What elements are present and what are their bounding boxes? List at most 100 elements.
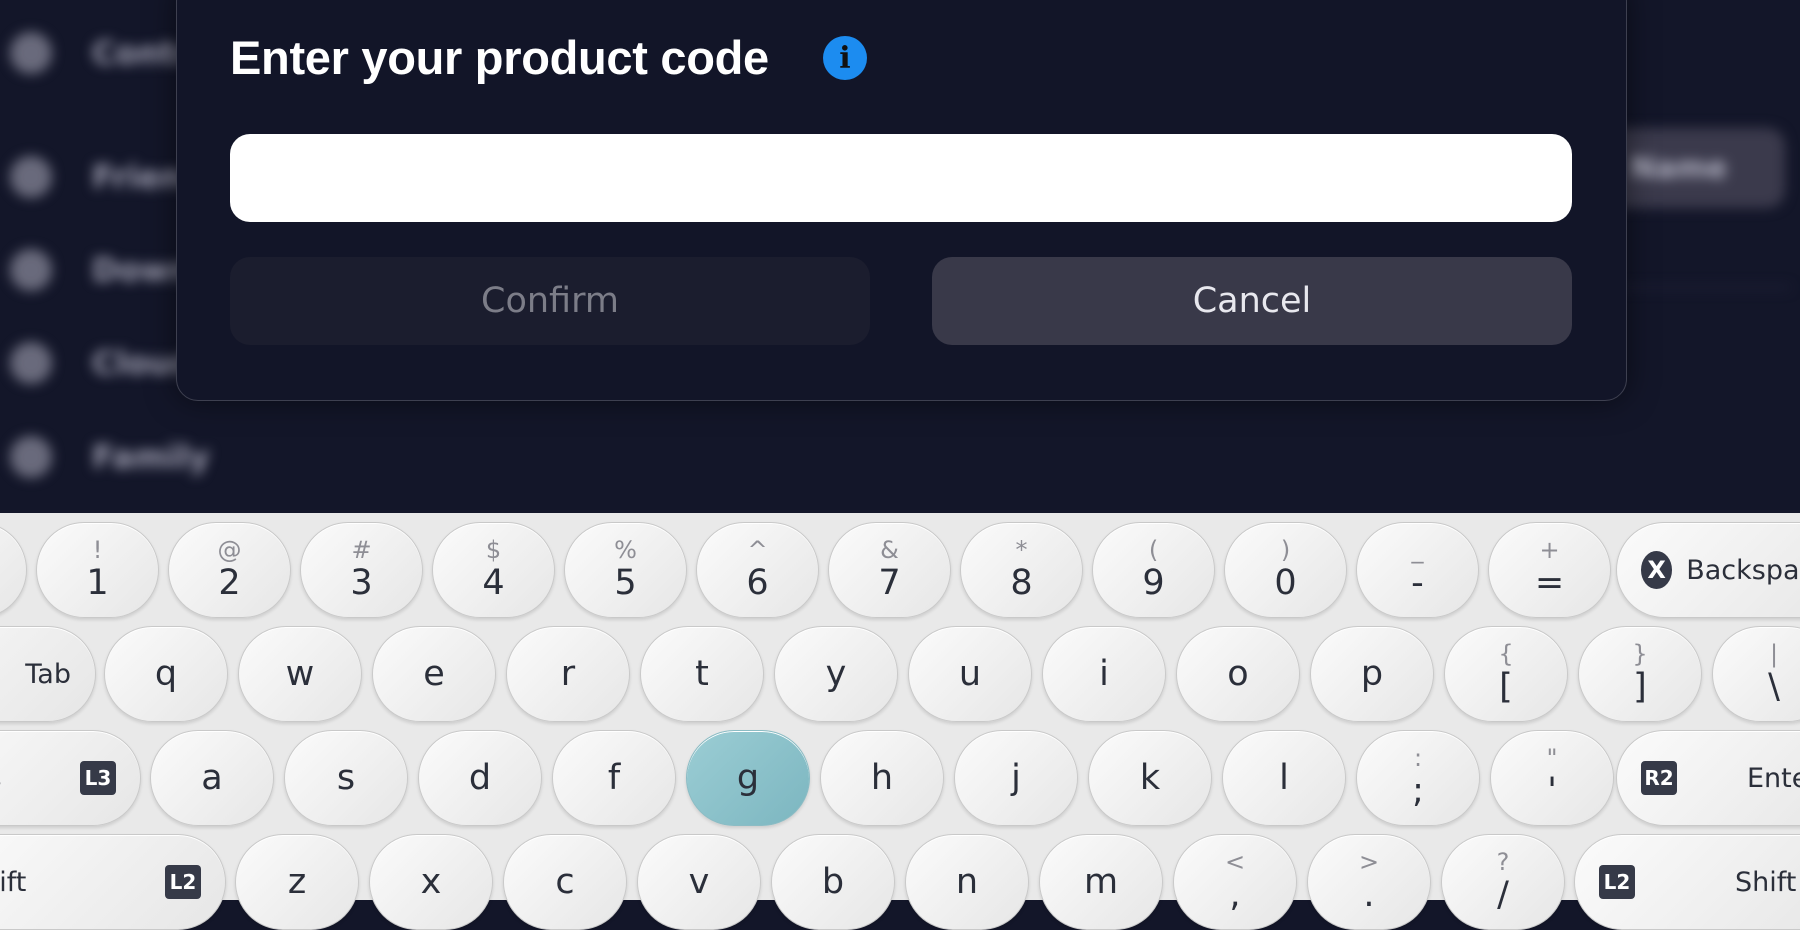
key-u[interactable]: u xyxy=(908,626,1032,722)
key-i[interactable]: i xyxy=(1042,626,1166,722)
key-shift-label: | xyxy=(1769,640,1779,668)
key-'[interactable]: " ' xyxy=(1490,730,1614,826)
key-5[interactable]: % 5 xyxy=(564,522,687,618)
key-label: s xyxy=(336,758,356,798)
key-label: . xyxy=(1363,875,1375,915)
key-n[interactable]: n xyxy=(905,834,1029,930)
key-3[interactable]: #3 xyxy=(300,522,423,618)
key-w[interactable]: w xyxy=(238,626,362,722)
key-9[interactable]: (9 xyxy=(1092,522,1215,618)
background-button: Name xyxy=(1600,128,1785,208)
key-label: 8 xyxy=(1010,563,1033,603)
cloud-icon xyxy=(10,342,52,384)
key-label: w xyxy=(285,654,315,694)
key-8[interactable]: * 8 xyxy=(960,522,1083,618)
key-label: = xyxy=(1534,563,1565,603)
key-label: Tab xyxy=(25,658,71,690)
key-g[interactable]: g xyxy=(686,730,810,826)
key-j[interactable]: j xyxy=(954,730,1078,826)
key-6[interactable]: ^ 6 xyxy=(696,522,819,618)
key-label: / xyxy=(1497,875,1509,915)
key-/[interactable]: ? / xyxy=(1441,834,1565,930)
key-label: k xyxy=(1139,758,1161,798)
key-b[interactable]: b xyxy=(771,834,895,930)
key-q[interactable]: q xyxy=(104,626,228,722)
key-label: v xyxy=(688,862,710,902)
key--[interactable]: _ - xyxy=(1356,522,1479,618)
key-label: y xyxy=(825,654,847,694)
key-shift-label: ! xyxy=(92,536,103,564)
key-c[interactable]: c xyxy=(503,834,627,930)
key-label: c xyxy=(555,862,575,902)
key-7[interactable]: & 7 xyxy=(828,522,951,618)
key-shift-label: < xyxy=(1224,848,1246,876)
key-x[interactable]: x xyxy=(369,834,493,930)
x-button-icon: X xyxy=(1641,551,1673,589)
key-2[interactable]: @2 xyxy=(168,522,291,618)
key-label: t xyxy=(695,654,709,694)
controller-icon xyxy=(10,32,52,74)
cancel-button[interactable]: Cancel xyxy=(932,257,1572,345)
key-][interactable]: }] xyxy=(1578,626,1702,722)
key-t[interactable]: t xyxy=(640,626,764,722)
key-shift-label: & xyxy=(880,536,899,564)
key-v[interactable]: v xyxy=(637,834,761,930)
key-label: 7 xyxy=(878,563,901,603)
key-label: b xyxy=(821,862,845,902)
l3-badge-icon: L3 xyxy=(80,761,116,795)
key-label: m xyxy=(1083,862,1119,902)
key-.[interactable]: >. xyxy=(1307,834,1431,930)
family-icon xyxy=(10,436,52,478)
key-f[interactable]: f xyxy=(552,730,676,826)
key-4[interactable]: $4 xyxy=(432,522,555,618)
product-code-input[interactable] xyxy=(230,134,1572,222)
key-1[interactable]: ! 1 xyxy=(36,522,159,618)
key-h[interactable]: h xyxy=(820,730,944,826)
key-=[interactable]: + = xyxy=(1488,522,1611,618)
key-p[interactable]: p xyxy=(1310,626,1434,722)
key-\[interactable]: | \ xyxy=(1712,626,1800,722)
key-shift-label: ^ xyxy=(747,536,768,564)
key-d[interactable]: d xyxy=(418,730,542,826)
key-y[interactable]: y xyxy=(774,626,898,722)
r2-badge-icon: R2 xyxy=(1641,761,1677,795)
key-label: a xyxy=(201,758,223,798)
confirm-button[interactable]: Confirm xyxy=(230,257,870,345)
key-label: u xyxy=(958,654,982,694)
key-e[interactable]: e xyxy=(372,626,496,722)
key-label: Enter xyxy=(1747,762,1800,794)
key-[[interactable]: {[ xyxy=(1444,626,1568,722)
backspace-key[interactable]: X Backspace xyxy=(1616,522,1800,618)
on-screen-keyboard: ~`!1@2#3$4%5^6&7*8(9)0_-+= X Backspace T… xyxy=(0,513,1800,930)
key-z[interactable]: z xyxy=(235,834,359,930)
key-k[interactable]: k xyxy=(1088,730,1212,826)
key-label: n xyxy=(955,862,979,902)
key-0[interactable]: ) 0 xyxy=(1224,522,1347,618)
l2-badge-icon: L2 xyxy=(1599,865,1635,899)
caps-key[interactable]: Caps L3 xyxy=(0,730,141,826)
key-;[interactable]: :; xyxy=(1356,730,1480,826)
key-label: 3 xyxy=(350,563,373,603)
shift-right-key[interactable]: L2 Shift xyxy=(1574,834,1800,930)
info-icon[interactable]: i xyxy=(823,36,867,80)
key-o[interactable]: o xyxy=(1176,626,1300,722)
key-`[interactable]: ~` xyxy=(0,522,27,618)
key-label: r xyxy=(560,654,576,694)
key-,[interactable]: <, xyxy=(1173,834,1297,930)
key-label: i xyxy=(1099,654,1109,694)
background-divider xyxy=(1610,286,1790,289)
enter-key[interactable]: R2 Enter xyxy=(1616,730,1800,826)
key-label: h xyxy=(870,758,894,798)
key-a[interactable]: a xyxy=(150,730,274,826)
key-r[interactable]: r xyxy=(506,626,630,722)
key-label: ; xyxy=(1412,771,1424,811)
key-label: d xyxy=(468,758,492,798)
key-s[interactable]: s xyxy=(284,730,408,826)
key-label: x xyxy=(420,862,442,902)
key-label: 2 xyxy=(218,563,241,603)
key-m[interactable]: m xyxy=(1039,834,1163,930)
key-shift-label: _ xyxy=(1411,536,1424,564)
key-l[interactable]: l xyxy=(1222,730,1346,826)
tab-key[interactable]: Tab xyxy=(0,626,96,722)
shift-left-key[interactable]: Shift L2 xyxy=(0,834,226,930)
